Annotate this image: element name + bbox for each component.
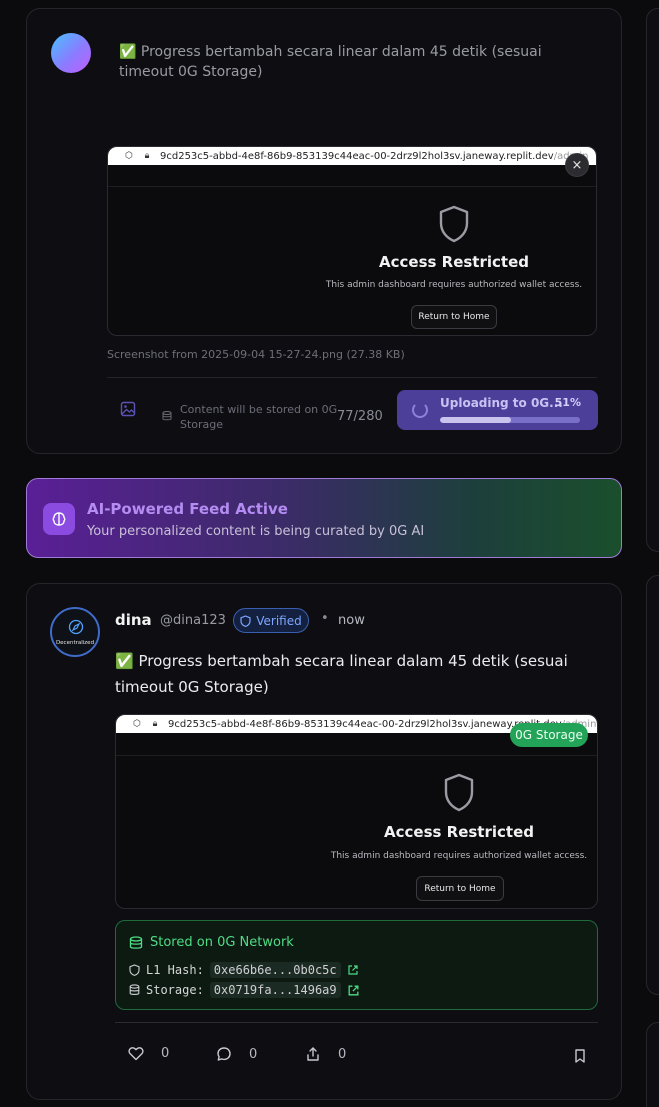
share-button[interactable]: 0 bbox=[305, 1046, 346, 1062]
spinner-icon bbox=[412, 402, 428, 418]
ai-banner-subtitle: Your personalized content is being curat… bbox=[87, 524, 425, 539]
composer-input[interactable]: ✅ Progress bertambah secara linear dalam… bbox=[119, 42, 599, 82]
like-count: 0 bbox=[161, 1046, 170, 1061]
ai-feed-banner: AI-Powered Feed Active Your personalized… bbox=[26, 478, 622, 558]
post-card: Decentralized dina @dina123 Verified • n… bbox=[26, 583, 622, 1100]
compass-icon bbox=[68, 619, 84, 635]
right-column-edge-bottom bbox=[646, 1022, 659, 1107]
attachment-preview: ⬡ 🔒︎ 9cd253c5-abbd-4e8f-86b9-853139c44ea… bbox=[107, 146, 597, 336]
bookmark-icon[interactable] bbox=[573, 1048, 587, 1064]
post-return-home-button[interactable]: Return to Home bbox=[416, 876, 504, 901]
external-link-icon[interactable] bbox=[347, 964, 359, 976]
post-url-host: 9cd253c5-abbd-4e8f-86b9-853139c44eac-00-… bbox=[168, 718, 562, 730]
image-upload-icon[interactable] bbox=[120, 401, 136, 417]
post-preview-title: Access Restricted bbox=[384, 823, 534, 841]
shield-small-icon: ⬡ bbox=[125, 151, 133, 161]
comment-button[interactable]: 0 bbox=[216, 1046, 257, 1062]
database-icon bbox=[129, 935, 143, 949]
author-handle[interactable]: @dina123 bbox=[160, 613, 226, 628]
storage-hash-label: Storage: bbox=[146, 983, 204, 997]
share-icon bbox=[307, 1047, 319, 1061]
ai-banner-title: AI-Powered Feed Active bbox=[87, 500, 288, 518]
upload-progress-fill bbox=[440, 417, 512, 423]
preview-description: This admin dashboard requires authorized… bbox=[325, 280, 583, 290]
right-column-edge-top bbox=[646, 8, 659, 552]
like-button[interactable]: 0 bbox=[128, 1046, 169, 1061]
user-avatar bbox=[51, 33, 91, 73]
character-count: 77/280 bbox=[337, 409, 383, 424]
remove-attachment-button[interactable]: × bbox=[565, 153, 589, 177]
file-caption: Screenshot from 2025-09-04 15-27-24.png … bbox=[107, 348, 405, 361]
external-link-icon[interactable] bbox=[347, 984, 360, 997]
database-small-icon bbox=[129, 984, 140, 995]
preview-title: Access Restricted bbox=[379, 253, 529, 271]
avatar-label: Decentralized bbox=[55, 640, 95, 646]
storage-note: Content will be stored on 0G Storage bbox=[180, 403, 338, 431]
upload-button[interactable]: Uploading to 0G... 51% bbox=[397, 390, 598, 430]
upload-percent: 51% bbox=[554, 396, 581, 409]
l1-hash-row: L1 Hash: 0xe66b6e...0b0c5c bbox=[129, 962, 359, 978]
author-name[interactable]: dina bbox=[115, 611, 152, 629]
author-avatar[interactable]: Decentralized bbox=[50, 607, 100, 657]
brain-icon bbox=[43, 503, 75, 535]
og-storage-badge: 0G Storage bbox=[510, 723, 588, 747]
upload-label: Uploading to 0G... bbox=[440, 396, 563, 410]
preview-url-bar: ⬡ 🔒︎ 9cd253c5-abbd-4e8f-86b9-853139c44ea… bbox=[108, 147, 596, 165]
post-preview-description: This admin dashboard requires authorized… bbox=[330, 851, 588, 861]
database-icon bbox=[162, 411, 172, 421]
shield-small-icon: ⬡ bbox=[133, 719, 141, 729]
composer-divider bbox=[107, 377, 597, 378]
storage-info-box: Stored on 0G Network L1 Hash: 0xe66b6e..… bbox=[115, 920, 598, 1010]
composer-card: ✅ Progress bertambah secara linear dalam… bbox=[26, 8, 622, 454]
share-count: 0 bbox=[338, 1046, 347, 1062]
post-text: ✅ Progress bertambah secara linear dalam… bbox=[115, 652, 568, 696]
return-home-button[interactable]: Return to Home bbox=[411, 305, 497, 329]
shield-check-icon bbox=[240, 614, 251, 627]
storage-hash-value: 0x0719fa...1496a9 bbox=[209, 982, 341, 998]
l1-hash-label: L1 Hash: bbox=[146, 963, 204, 977]
upload-progress-bar bbox=[440, 417, 580, 423]
verified-label: Verified bbox=[256, 613, 302, 628]
comment-icon bbox=[217, 1047, 231, 1061]
storage-heading-label: Stored on 0G Network bbox=[150, 935, 294, 950]
lock-icon: 🔒︎ bbox=[152, 719, 158, 729]
shield-outline-icon bbox=[129, 964, 140, 976]
post-time: now bbox=[338, 613, 365, 628]
shield-icon bbox=[444, 773, 474, 812]
l1-hash-value: 0xe66b6e...0b0c5c bbox=[209, 962, 341, 978]
right-column-edge-mid bbox=[646, 575, 659, 995]
shield-icon bbox=[439, 205, 469, 243]
storage-heading: Stored on 0G Network bbox=[129, 935, 294, 950]
comment-count: 0 bbox=[249, 1046, 258, 1062]
preview-url-host: 9cd253c5-abbd-4e8f-86b9-853139c44eac-00-… bbox=[160, 150, 554, 162]
lock-icon: 🔒︎ bbox=[144, 151, 150, 161]
verified-badge: Verified bbox=[233, 608, 309, 633]
separator-dot: • bbox=[321, 611, 329, 626]
actions-divider bbox=[115, 1022, 598, 1023]
storage-hash-row: Storage: 0x0719fa...1496a9 bbox=[129, 982, 360, 998]
heart-icon bbox=[128, 1047, 144, 1061]
